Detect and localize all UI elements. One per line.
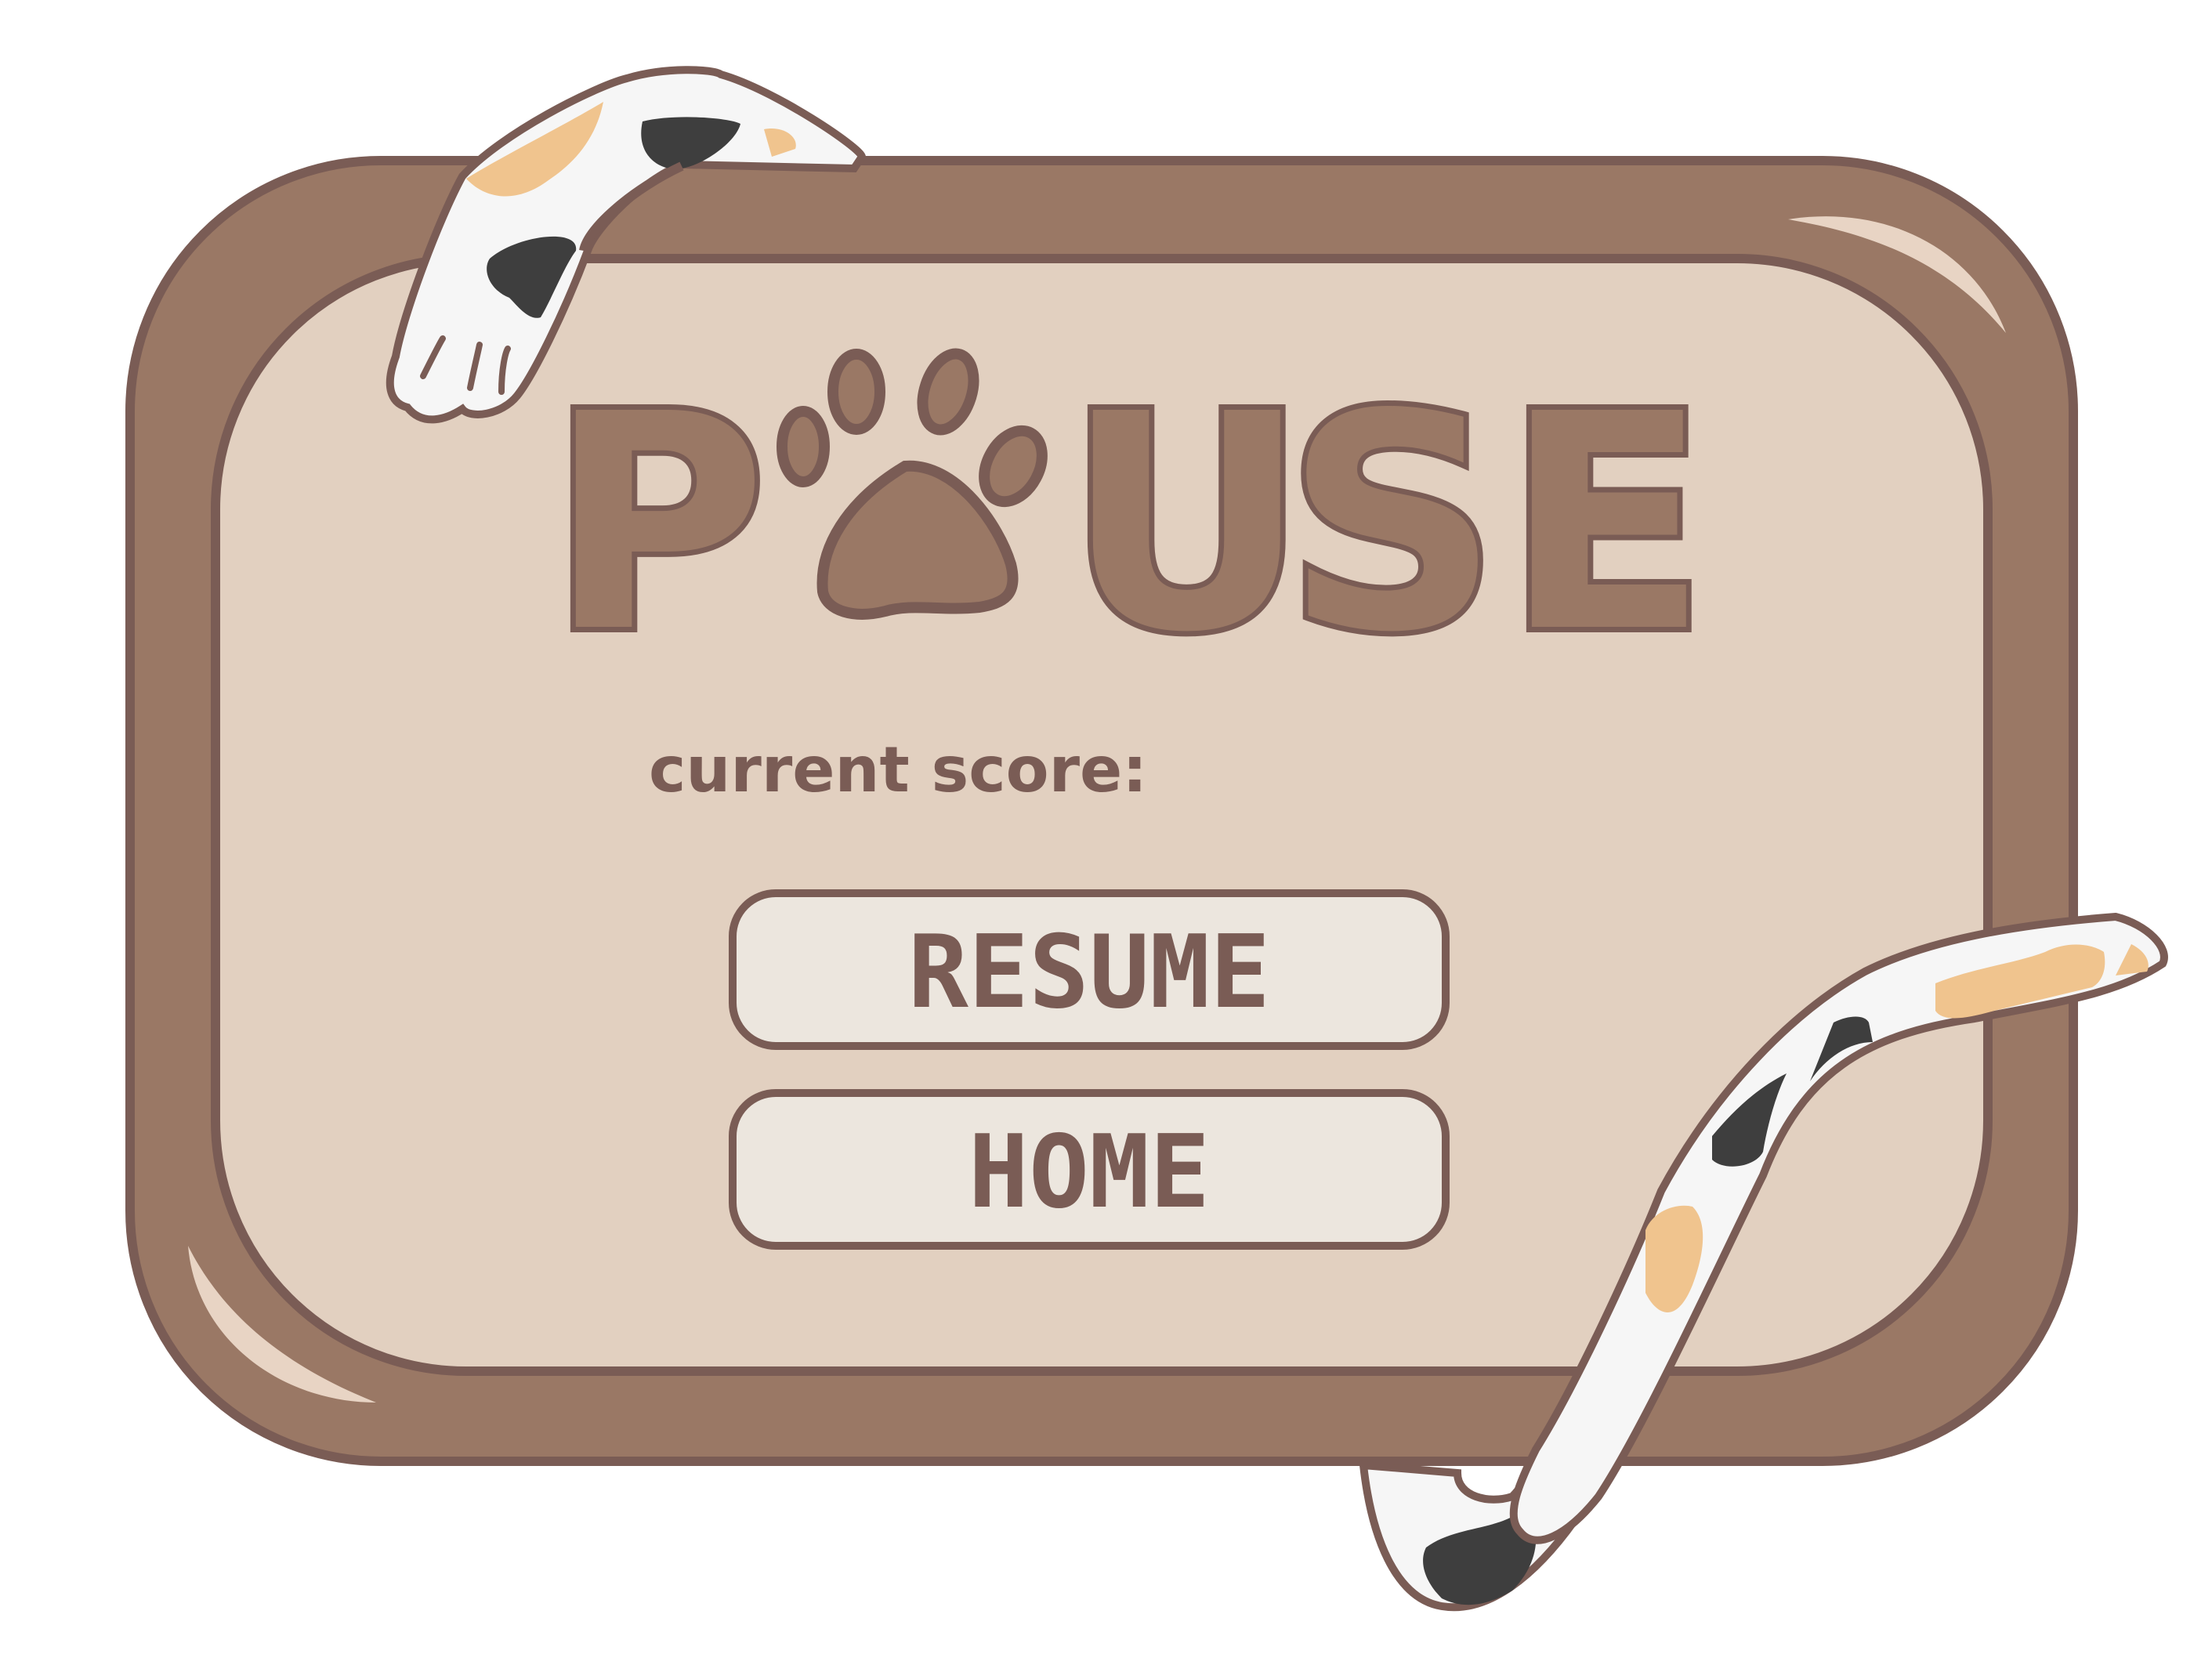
resume-button[interactable]: RESUME xyxy=(729,889,1450,1050)
title-letter-p: P xyxy=(548,350,767,697)
title-letter-s: S xyxy=(1285,350,1500,697)
title-letter-e: E xyxy=(1504,350,1708,697)
pause-screen: P U S E current score: RESUME HOME xyxy=(125,66,2168,1612)
title-letter-u: U xyxy=(1066,350,1308,697)
current-score-label: current score: xyxy=(649,733,1147,806)
home-button-label[interactable]: HOME xyxy=(968,1114,1210,1231)
resume-button-label[interactable]: RESUME xyxy=(908,914,1270,1031)
home-button[interactable]: HOME xyxy=(729,1089,1450,1250)
pause-title: P U S E xyxy=(543,345,1714,703)
